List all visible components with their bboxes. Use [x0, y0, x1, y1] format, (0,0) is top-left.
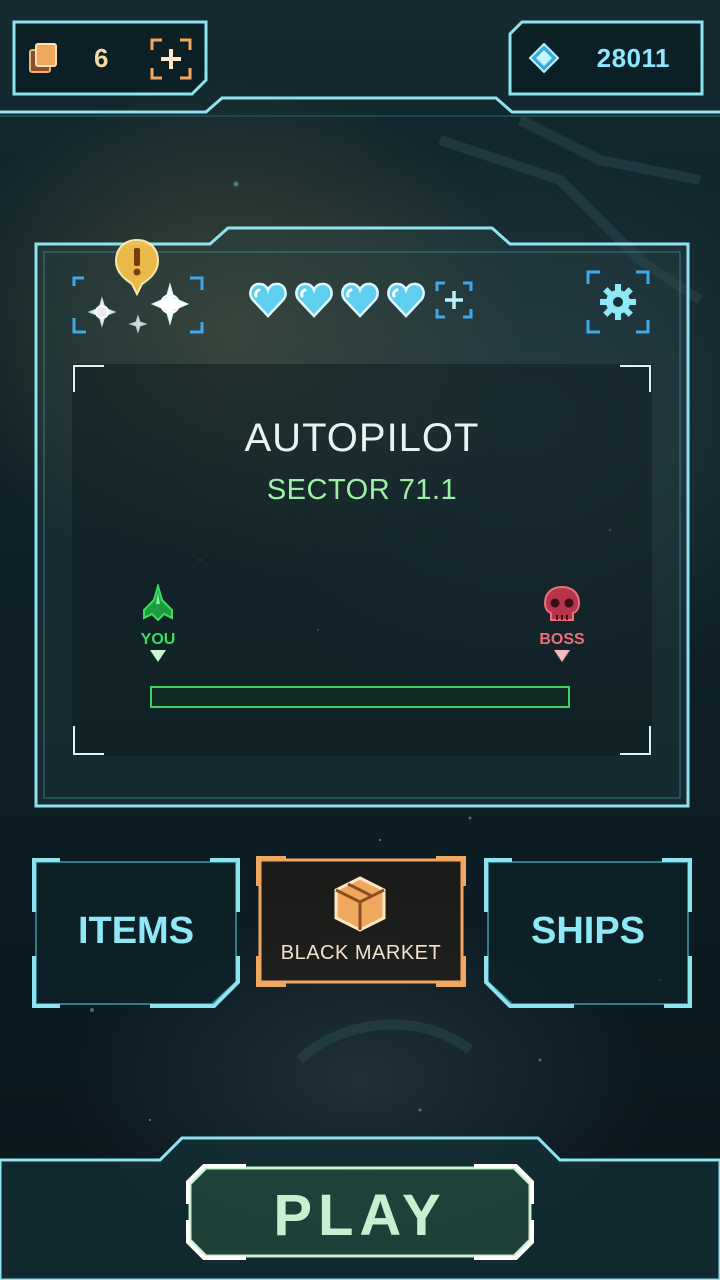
- items-button[interactable]: ITEMS: [30, 856, 242, 1008]
- mission-panel: AUTOPILOT SECTOR 71.1 YOU BOSS: [34, 226, 690, 808]
- boss-label: BOSS: [539, 631, 585, 648]
- play-button[interactable]: PLAY: [186, 1164, 534, 1260]
- mode-title: AUTOPILOT: [244, 416, 480, 460]
- cards-stack-icon: [29, 43, 57, 73]
- black-market-label: BLACK MARKET: [280, 942, 442, 964]
- you-label: YOU: [140, 631, 176, 648]
- add-cards-button[interactable]: [150, 38, 192, 80]
- play-label: PLAY: [273, 1183, 447, 1248]
- heart-icon: [295, 282, 333, 318]
- ships-label: SHIPS: [530, 910, 646, 952]
- items-label: ITEMS: [77, 910, 195, 952]
- top-resource-bar: 6 28011: [0, 0, 720, 120]
- player-marker: YOU: [132, 582, 184, 668]
- sector-label: SECTOR 71.1: [266, 474, 458, 506]
- ships-button[interactable]: SHIPS: [482, 856, 694, 1008]
- add-life-button[interactable]: [434, 280, 474, 320]
- heart-icon: [341, 282, 379, 318]
- lives-display: [248, 280, 474, 320]
- black-market-button[interactable]: BLACK MARKET: [256, 856, 466, 1008]
- gems-resource: 28011: [510, 20, 704, 96]
- fighter-ship-icon: [143, 582, 173, 622]
- sector-progress-bar: [150, 686, 570, 708]
- heart-icon: [387, 282, 425, 318]
- cards-resource: 6: [12, 20, 208, 96]
- diamond-gem-icon: [528, 42, 560, 74]
- exclamation-badge-icon: [114, 238, 160, 297]
- down-arrow-icon: [554, 650, 570, 662]
- heart-icon: [249, 282, 287, 318]
- bottom-bar: PLAY: [0, 1136, 720, 1280]
- settings-button[interactable]: [586, 270, 650, 334]
- mission-screen: AUTOPILOT SECTOR 71.1 YOU BOSS: [72, 364, 652, 756]
- down-arrow-icon: [150, 650, 166, 662]
- gems-count: 28011: [596, 43, 670, 73]
- boss-marker: BOSS: [534, 584, 590, 668]
- cards-count: 6: [94, 43, 109, 73]
- skull-icon: [543, 585, 581, 621]
- gear-icon: [586, 270, 650, 334]
- crate-icon: [334, 876, 386, 932]
